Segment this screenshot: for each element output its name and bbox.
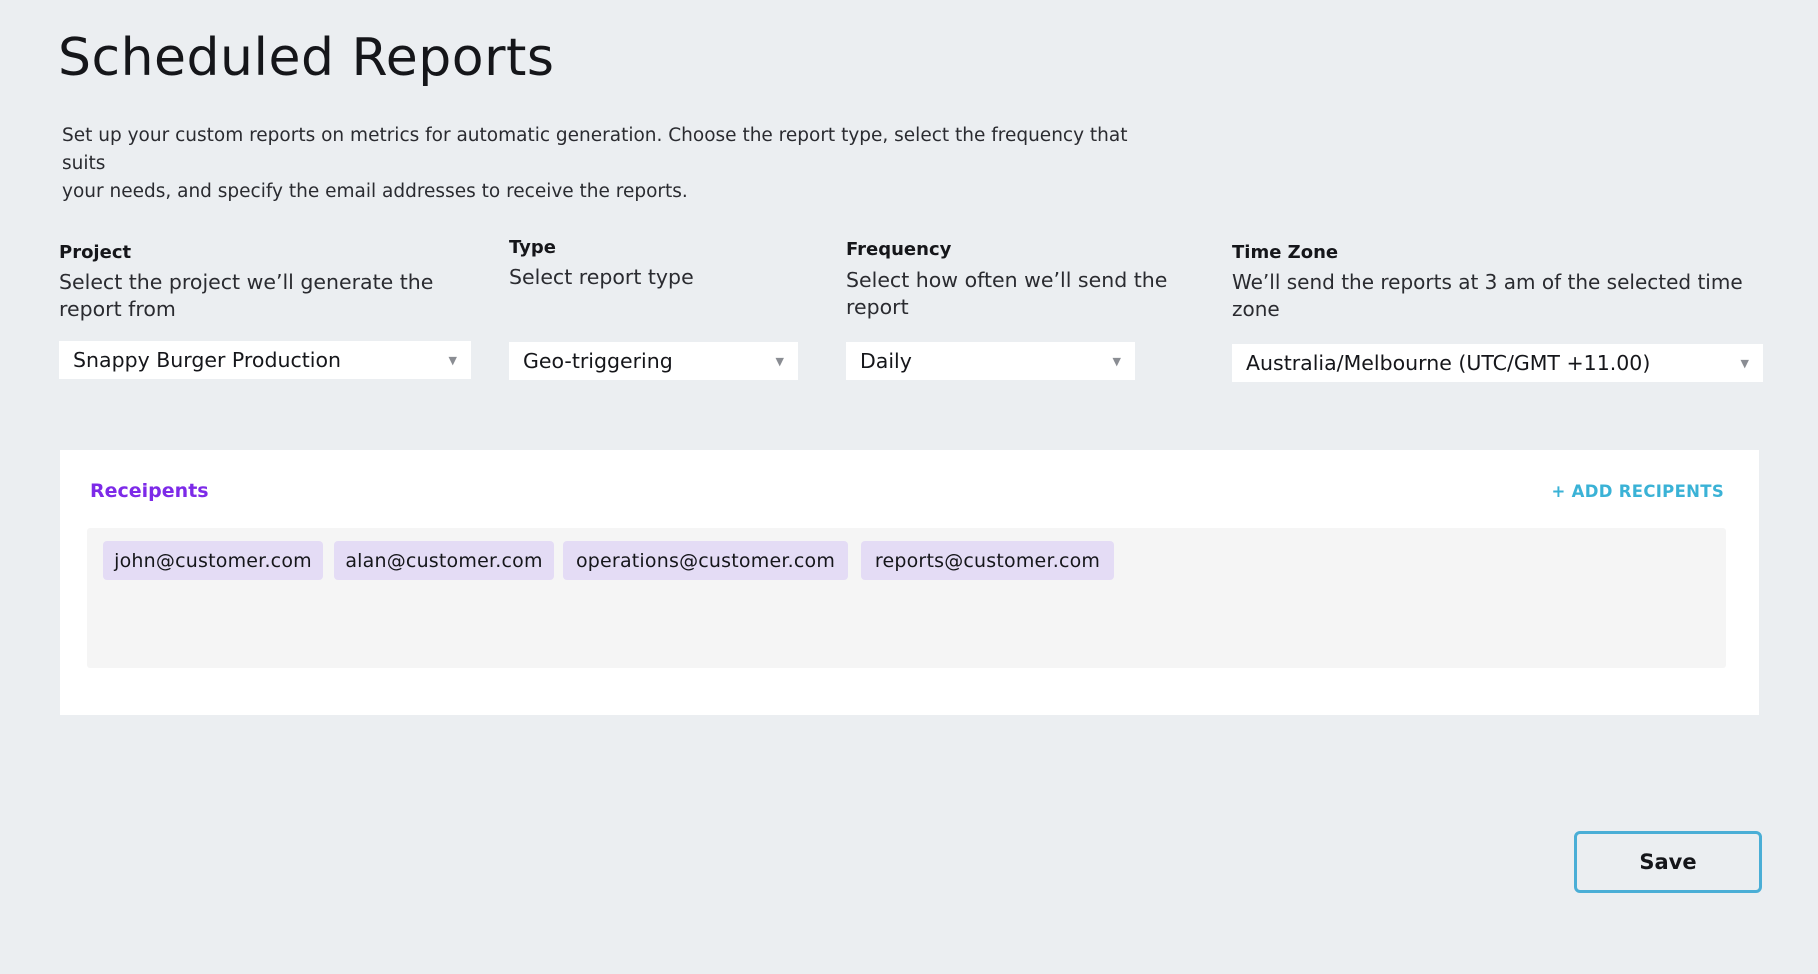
page-description-line-1: Set up your custom reports on metrics fo… xyxy=(62,125,1128,174)
page-description-line-2: your needs, and specify the email addres… xyxy=(62,181,688,202)
timezone-select-value: Australia/Melbourne (UTC/GMT +11.00) xyxy=(1246,351,1651,375)
timezone-help-text: We’ll send the reports at 3 am of the se… xyxy=(1232,270,1743,321)
save-button[interactable]: Save xyxy=(1574,831,1762,893)
recipients-card: Receipents + ADD RECIPENTS john@customer… xyxy=(60,450,1759,715)
recipient-chip[interactable]: reports@customer.com xyxy=(861,541,1114,580)
caret-down-icon: ▼ xyxy=(1740,356,1749,370)
project-field: Project Select the project we’ll generat… xyxy=(59,242,439,323)
timezone-field: Time Zone We’ll send the reports at 3 am… xyxy=(1232,242,1792,323)
recipient-chip[interactable]: john@customer.com xyxy=(103,541,323,580)
frequency-select-value: Daily xyxy=(860,349,912,373)
recipients-list[interactable]: john@customer.com alan@customer.com oper… xyxy=(87,528,1726,668)
frequency-field: Frequency Select how often we’ll send th… xyxy=(846,239,1176,321)
project-label: Project xyxy=(59,242,132,263)
caret-down-icon: ▼ xyxy=(448,353,457,367)
frequency-label: Frequency xyxy=(846,239,952,260)
type-help-text: Select report type xyxy=(509,265,694,289)
page-description: Set up your custom reports on metrics fo… xyxy=(62,122,1132,206)
type-select-value: Geo-triggering xyxy=(523,349,673,373)
project-select[interactable]: Snappy Burger Production ▼ xyxy=(59,341,471,379)
timezone-label: Time Zone xyxy=(1232,242,1339,263)
caret-down-icon: ▼ xyxy=(775,354,784,368)
recipient-chip[interactable]: alan@customer.com xyxy=(334,541,554,580)
project-help-text: Select the project we’ll generate the re… xyxy=(59,270,434,321)
timezone-select[interactable]: Australia/Melbourne (UTC/GMT +11.00) ▼ xyxy=(1232,344,1763,382)
caret-down-icon: ▼ xyxy=(1112,354,1121,368)
add-recipients-button[interactable]: + ADD RECIPENTS xyxy=(1551,482,1724,501)
project-select-value: Snappy Burger Production xyxy=(73,348,342,372)
recipients-title: Receipents xyxy=(90,480,209,502)
page-title: Scheduled Reports xyxy=(58,28,555,88)
recipient-chip[interactable]: operations@customer.com xyxy=(563,541,848,580)
frequency-select[interactable]: Daily ▼ xyxy=(846,342,1135,380)
type-field: Type Select report type xyxy=(509,237,809,291)
type-select[interactable]: Geo-triggering ▼ xyxy=(509,342,798,380)
scheduled-reports-page: Scheduled Reports Set up your custom rep… xyxy=(0,0,1818,974)
frequency-help-text: Select how often we’ll send the report xyxy=(846,268,1168,319)
type-label: Type xyxy=(509,237,556,258)
